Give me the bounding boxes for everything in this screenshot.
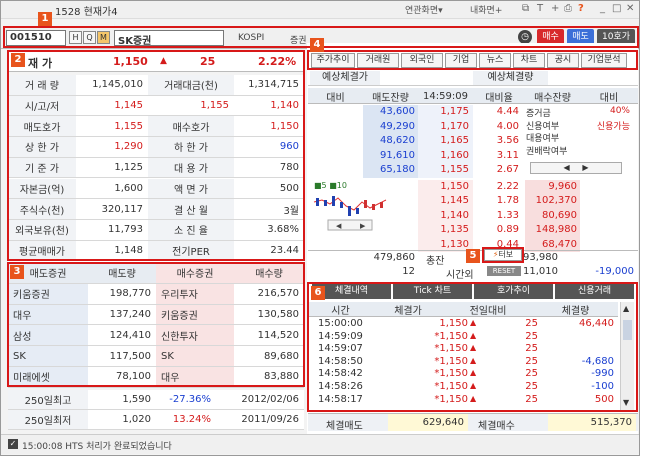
ask-volume: 49,290 [363, 119, 418, 134]
ask-volume: 91,610 [363, 148, 418, 163]
info-scrollbar[interactable]: ◀ ▶ [530, 162, 622, 174]
range-date: 2011/09/26 [241, 414, 299, 425]
highlight-box-4 [307, 50, 638, 70]
after-hours-label: 시간외 [446, 270, 474, 281]
buy-summary-label: 체결매수 [478, 421, 515, 432]
ask-price: 1,155 [418, 163, 473, 178]
window-icon[interactable]: ⧉ [522, 3, 529, 14]
my-screen-menu[interactable]: 내화면+ [470, 3, 502, 16]
window-title: 1528 현재가4 [55, 7, 118, 18]
credit-info: 증거금 40% 신용여부 신용가능대용여부권배락여부 [526, 106, 636, 160]
reset-button[interactable]: RESET [487, 266, 521, 276]
expected-row: 예상체결가 예상체결량 [308, 70, 638, 86]
related-screen-menu[interactable]: 연관화면▾ [405, 3, 443, 16]
font-icon[interactable]: T [537, 3, 543, 14]
print-icon[interactable]: ⎙ [564, 3, 572, 14]
chart-scroll-left-icon[interactable]: ◀ [336, 222, 342, 230]
range-label: 250일최저 [8, 410, 88, 429]
orderbook-header-cell: 매도잔량 [372, 93, 409, 104]
bid-rate: 1.33 [496, 209, 519, 221]
trade-summary: 체결매도 629,640 체결매수 515,370 [308, 413, 638, 432]
ask-rate: 3.11 [496, 149, 519, 161]
ask-rate: 4.00 [496, 120, 519, 132]
range-date: 2012/02/06 [241, 394, 299, 405]
orderbook-header-cell: 매수잔량 [534, 93, 571, 104]
orderbook-header-cell: 대비 [326, 93, 345, 104]
mini-chart: ■5 ■10 ◀ ▶ [313, 181, 387, 231]
chart-scroll-right-icon[interactable]: ▶ [360, 222, 366, 230]
bid-price: 1,145 [418, 194, 473, 209]
bid-price: 1,140 [418, 208, 473, 223]
info-label: 증거금 [526, 109, 551, 119]
range-price: 1,020 [122, 414, 151, 425]
ask-volume: 65,180 [363, 163, 418, 178]
bid-volume: 102,370 [525, 194, 580, 209]
maximize-icon[interactable]: □ [612, 3, 621, 14]
plus-icon[interactable]: + [551, 3, 559, 14]
highlight-box-3 [7, 262, 305, 387]
ask-volume: 43,600 [363, 105, 418, 120]
ask-price: 1,160 [418, 148, 473, 163]
bid-rate: 2.22 [496, 180, 519, 192]
orderbook-header: 대비 매도잔량 14:59:09 대비율 매수잔량 대비 [308, 88, 638, 104]
badge-6: 6 [311, 286, 325, 300]
badge-3: 3 [10, 265, 24, 279]
bid-volume: 148,980 [525, 223, 580, 238]
bid-rate: 1.78 [496, 195, 519, 206]
buy-summary-value: 515,370 [548, 414, 636, 431]
info-value: 40% [609, 106, 630, 116]
close-icon[interactable]: ✕ [626, 3, 634, 14]
check-icon: ✓ [8, 439, 18, 449]
ask-price: 1,165 [418, 134, 473, 149]
range-price: 1,590 [122, 394, 151, 405]
after-hours-row: 12 시간외 11,010 -19,000 [308, 265, 638, 281]
candles [316, 196, 359, 216]
highlight-box-6 [307, 282, 638, 412]
bid-price: 1,150 [418, 179, 473, 194]
badge-5: 5 [466, 249, 480, 263]
bid-rate: 0.89 [496, 224, 519, 235]
minimize-icon[interactable]: _ [600, 3, 605, 14]
range-rate: 13.24% [172, 414, 211, 425]
total-ask: 479,860 [373, 252, 415, 263]
chart-scrollbar[interactable] [327, 219, 373, 231]
highlight-box-5 [482, 247, 524, 263]
bid-price: 1,135 [418, 223, 473, 238]
range-rate: -27.36% [169, 394, 211, 405]
status-message: 15:00:08 HTS 처리가 완료되었습니다 [22, 442, 172, 452]
info-label: 권배락여부 [526, 146, 568, 157]
ask-price: 1,170 [418, 119, 473, 134]
orderbook-header-cell: 14:59:09 [423, 91, 468, 102]
expected-volume-label: 예상체결량 [473, 71, 548, 85]
highlight-box-2 [7, 50, 305, 261]
status-bar: ✓ 15:00:08 HTS 처리가 완료되었습니다 [1, 434, 639, 454]
after-hours-diff: -19,000 [595, 266, 634, 277]
badge-1: 1 [38, 12, 52, 26]
range-label: 250일최고 [8, 390, 88, 409]
info-label: 신용여부 [526, 121, 560, 132]
range-table: 250일최고 1,590 -27.36% 2012/02/06 250일최저 1,020 1… [8, 390, 304, 430]
range-row: 250일최저 1,020 13.24% 2011/09/26 [8, 410, 304, 430]
mini-chart-legend: ■5 ■10 [314, 181, 347, 190]
help-icon[interactable]: ? [578, 3, 584, 14]
bid-volume: 80,690 [525, 208, 580, 223]
ask-rate: 4.44 [496, 106, 519, 117]
orderbook-header-cell: 대비율 [485, 93, 513, 104]
orderbook-header-cell: 대비 [599, 93, 619, 104]
info-value: 신용가능 [596, 121, 630, 132]
ask-rate: 3.56 [496, 135, 519, 146]
ask-price: 1,175 [418, 105, 473, 120]
bid-volume: 9,960 [525, 179, 580, 194]
after-hours-ask: 12 [402, 266, 415, 277]
range-row: 250일최고 1,590 -27.36% 2012/02/06 [8, 390, 304, 410]
sell-summary-label: 체결매도 [326, 421, 363, 432]
ask-rate: 2.67 [496, 164, 519, 175]
badge-2: 2 [11, 53, 25, 67]
ask-volume: 48,620 [363, 134, 418, 149]
sell-summary-value: 629,640 [388, 414, 468, 431]
expected-price-label: 예상체결가 [310, 71, 380, 85]
info-label: 대용여부 [526, 134, 560, 144]
badge-4: 4 [310, 38, 324, 52]
